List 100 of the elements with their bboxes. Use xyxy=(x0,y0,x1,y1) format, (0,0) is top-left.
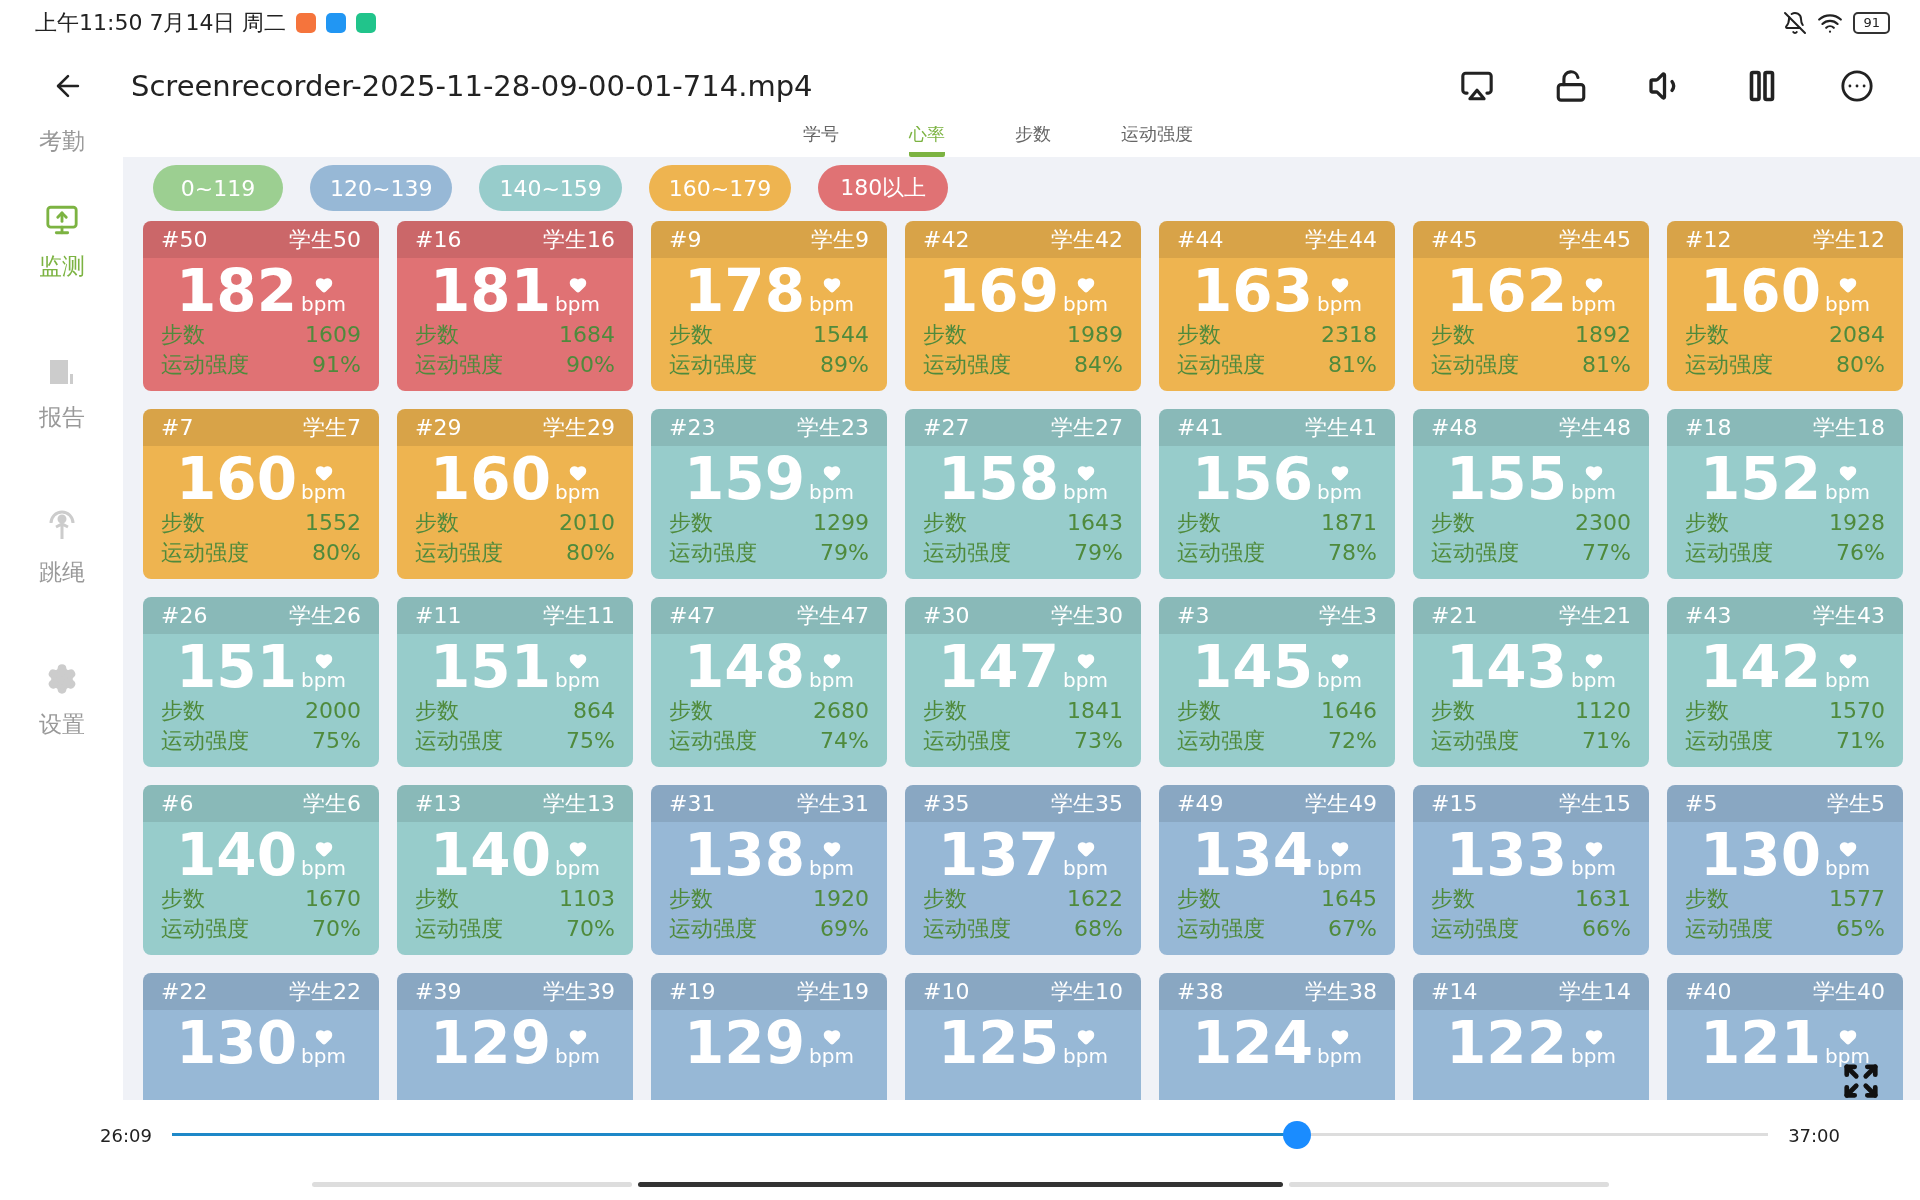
bpm-unit: bpm xyxy=(809,858,854,878)
intensity-value: 65% xyxy=(1836,915,1885,943)
bpm-unit: bpm xyxy=(809,1046,854,1066)
intensity-label: 运动强度 xyxy=(1431,539,1519,567)
student-number: #35 xyxy=(923,791,970,816)
student-name: 学生42 xyxy=(1051,225,1123,254)
intensity-value: 67% xyxy=(1328,915,1377,943)
steps-label: 步数 xyxy=(1685,321,1729,349)
intensity-value: 81% xyxy=(1582,351,1631,379)
student-number: #13 xyxy=(415,791,462,816)
sidebar-item[interactable]: 考勤 xyxy=(38,126,85,157)
steps-label: 步数 xyxy=(1685,509,1729,537)
student-number: #48 xyxy=(1431,415,1478,440)
heart-rate: 129 xyxy=(430,1014,552,1072)
student-name: 学生7 xyxy=(303,413,361,442)
student-name: 学生38 xyxy=(1305,977,1377,1006)
bpm-unit: bpm xyxy=(555,858,600,878)
steps-label: 步数 xyxy=(161,885,205,913)
tab[interactable]: 步数 xyxy=(1015,126,1051,157)
steps-value: 2000 xyxy=(305,697,361,725)
heart-icon xyxy=(1076,464,1095,482)
steps-value: 1670 xyxy=(305,885,361,913)
bpm-unit: bpm xyxy=(1317,294,1362,314)
sidebar-item[interactable]: 报告 xyxy=(38,402,85,433)
steps-value: 2010 xyxy=(559,509,615,537)
steps-label: 步数 xyxy=(415,321,459,349)
steps-value: 1631 xyxy=(1575,885,1631,913)
more-icon xyxy=(1840,69,1874,103)
heart-icon xyxy=(822,464,841,482)
student-number: #43 xyxy=(1685,603,1732,628)
steps-value: 1841 xyxy=(1067,697,1123,725)
heart-icon xyxy=(1584,840,1603,858)
sidebar-item[interactable]: 监测 xyxy=(38,251,85,282)
heart-rate: 138 xyxy=(684,826,806,884)
steps-value: 1103 xyxy=(559,885,615,913)
heart-rate: 122 xyxy=(1446,1014,1568,1072)
student-name: 学生10 xyxy=(1051,977,1123,1006)
heart-icon xyxy=(314,840,333,858)
heart-rate: 148 xyxy=(684,638,806,696)
intensity-value: 80% xyxy=(1836,351,1885,379)
intensity-label: 运动强度 xyxy=(415,915,503,943)
student-name: 学生9 xyxy=(811,225,869,254)
student-number: #6 xyxy=(161,791,194,816)
seek-thumb[interactable] xyxy=(1283,1121,1312,1149)
intensity-value: 90% xyxy=(566,351,615,379)
bpm-unit: bpm xyxy=(1571,294,1616,314)
cast-icon xyxy=(1460,69,1494,103)
sidebar-item[interactable]: 跳绳 xyxy=(38,557,85,588)
heart-rate: 160 xyxy=(1700,262,1822,320)
range-pill: 180以上 xyxy=(818,165,949,211)
bpm-unit: bpm xyxy=(1063,294,1108,314)
tab[interactable]: 学号 xyxy=(803,126,839,157)
student-number: #38 xyxy=(1177,979,1224,1004)
bpm-unit: bpm xyxy=(1317,858,1362,878)
steps-label: 步数 xyxy=(1431,697,1475,725)
intensity-label: 运动强度 xyxy=(1177,915,1265,943)
student-name: 学生5 xyxy=(1827,789,1885,818)
heart-icon xyxy=(822,1028,841,1046)
student-number: #30 xyxy=(923,603,970,628)
heart-rate: 140 xyxy=(430,826,552,884)
app-icon xyxy=(356,13,377,33)
bpm-unit: bpm xyxy=(1825,1046,1870,1066)
heart-icon xyxy=(568,1028,587,1046)
heart-icon xyxy=(822,840,841,858)
student-number: #26 xyxy=(161,603,208,628)
heart-rate: 130 xyxy=(176,1014,298,1072)
heart-rate: 162 xyxy=(1446,262,1568,320)
unlock-icon xyxy=(1554,69,1588,103)
heart-rate: 147 xyxy=(938,638,1060,696)
intensity-label: 运动强度 xyxy=(1685,351,1773,379)
heart-icon xyxy=(568,276,587,294)
student-name: 学生44 xyxy=(1305,225,1377,254)
heart-icon xyxy=(1330,840,1349,858)
heart-rate: 133 xyxy=(1446,826,1568,884)
student-name: 学生41 xyxy=(1305,413,1377,442)
bpm-unit: bpm xyxy=(1063,482,1108,502)
student-number: #39 xyxy=(415,979,462,1004)
heart-rate: 143 xyxy=(1446,638,1568,696)
range-pill: 120~139 xyxy=(310,165,453,211)
student-name: 学生29 xyxy=(543,413,615,442)
intensity-label: 运动强度 xyxy=(1685,539,1773,567)
steps-value: 1684 xyxy=(559,321,615,349)
intensity-value: 79% xyxy=(820,539,869,567)
status-time: 上午11:50 7月14日 周二 xyxy=(35,9,287,37)
heart-icon xyxy=(314,1028,333,1046)
heart-rate: 181 xyxy=(430,262,552,320)
steps-label: 步数 xyxy=(1177,509,1221,537)
intensity-label: 运动强度 xyxy=(1685,727,1773,755)
bpm-unit: bpm xyxy=(301,294,346,314)
intensity-label: 运动强度 xyxy=(415,539,503,567)
heart-rate: 156 xyxy=(1192,450,1314,508)
student-name: 学生11 xyxy=(543,601,615,630)
heart-icon xyxy=(1330,652,1349,670)
intensity-label: 运动强度 xyxy=(161,915,249,943)
sidebar-item[interactable]: 设置 xyxy=(38,709,85,740)
steps-value: 1552 xyxy=(305,509,361,537)
student-number: #18 xyxy=(1685,415,1732,440)
intensity-value: 68% xyxy=(1074,915,1123,943)
bpm-unit: bpm xyxy=(809,294,854,314)
steps-value: 1544 xyxy=(813,321,869,349)
